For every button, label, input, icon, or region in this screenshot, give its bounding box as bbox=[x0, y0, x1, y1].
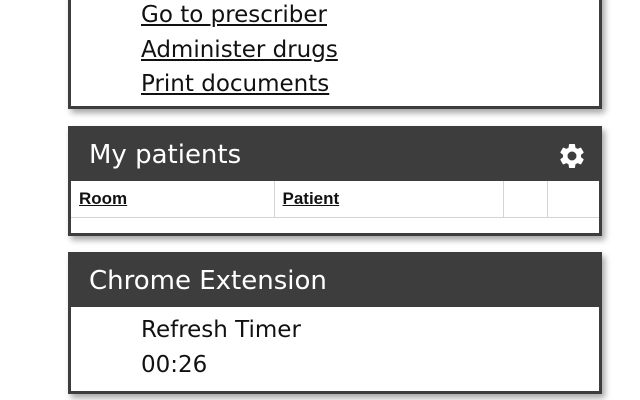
chrome-extension-title: Chrome Extension bbox=[89, 266, 327, 296]
chrome-extension-header: Chrome Extension bbox=[71, 255, 599, 307]
gear-icon[interactable] bbox=[557, 141, 587, 171]
column-header-patient[interactable]: Patient bbox=[274, 181, 504, 218]
column-header-empty-1 bbox=[503, 181, 548, 218]
my-patients-header: My patients bbox=[71, 129, 599, 181]
column-header-empty-2 bbox=[547, 181, 599, 218]
quick-links-panel: Go to prescriber Administer drugs Print … bbox=[68, 0, 602, 109]
chrome-extension-body: Refresh Timer 00:26 bbox=[71, 307, 599, 383]
refresh-timer-label: Refresh Timer bbox=[141, 317, 301, 343]
patients-table-header-row: Room Patient bbox=[71, 181, 599, 218]
my-patients-panel: My patients Room Patient bbox=[68, 126, 602, 236]
my-patients-title: My patients bbox=[89, 140, 242, 170]
print-documents-link[interactable]: Print documents bbox=[141, 67, 599, 102]
patients-table: Room Patient bbox=[71, 181, 599, 218]
administer-drugs-link[interactable]: Administer drugs bbox=[141, 33, 599, 68]
column-header-room[interactable]: Room bbox=[71, 181, 275, 218]
refresh-timer-value: 00:26 bbox=[141, 352, 208, 378]
chrome-extension-panel: Chrome Extension Refresh Timer 00:26 bbox=[68, 252, 602, 394]
go-to-prescriber-link[interactable]: Go to prescriber bbox=[141, 0, 599, 33]
